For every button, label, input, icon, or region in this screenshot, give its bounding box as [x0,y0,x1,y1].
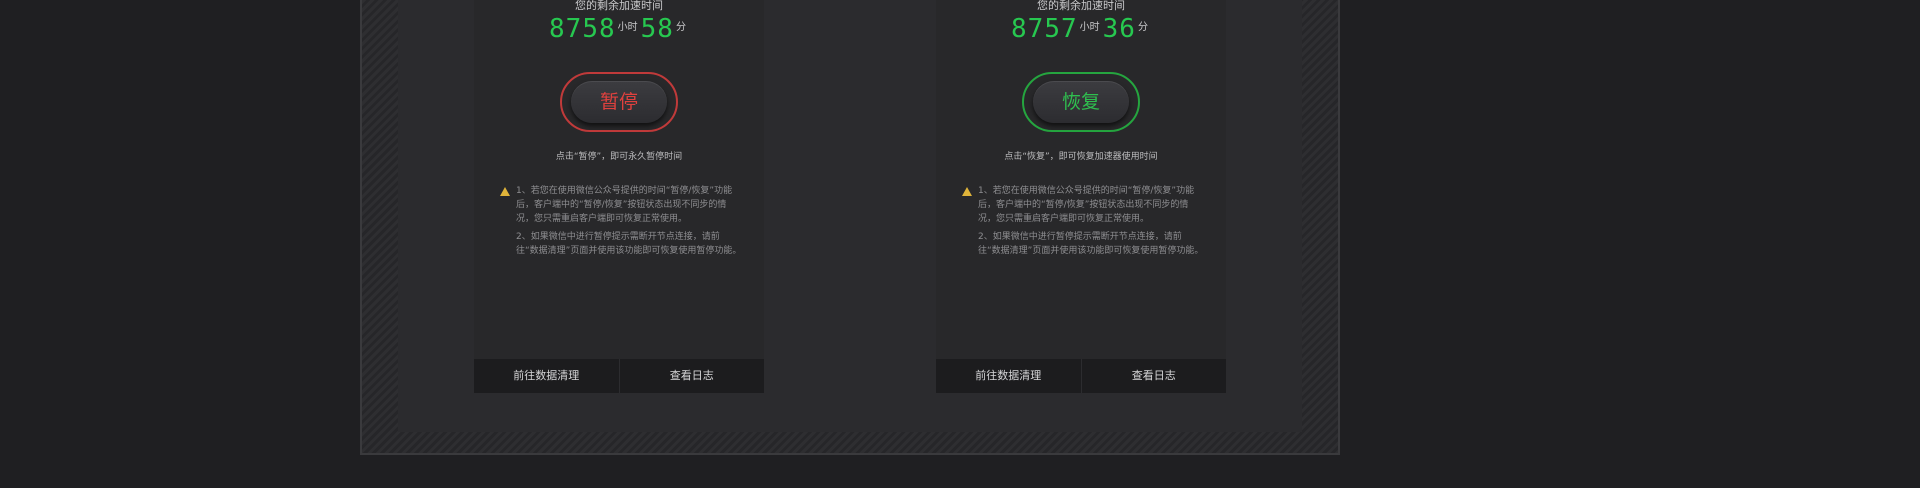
hours-value: 8758 [549,14,616,44]
content-panel: 您的剩余加速时间 8758 小时 58 分 暂停 点击“暂停”，即可永久暂停时间 1、… [398,0,1302,432]
hours-value: 8757 [1011,14,1078,44]
hours-unit: 小时 [617,22,638,33]
warning-icon [500,187,510,196]
view-log-button[interactable]: 查看日志 [1080,359,1227,393]
notes-block: 1、若您在使用微信公众号提供的时间“暂停/恢复”功能后，客户端中的“暂停/恢复”… [962,184,1204,262]
note-item: 1、若您在使用微信公众号提供的时间“暂停/恢复”功能后，客户端中的“暂停/恢复”… [978,186,1195,224]
minutes-value: 36 [1102,14,1136,44]
minutes-value: 58 [640,14,674,44]
outer-frame: 您的剩余加速时间 8758 小时 58 分 暂停 点击“暂停”，即可永久暂停时间 1、… [360,0,1340,455]
minutes-unit: 分 [675,22,686,33]
minutes-unit: 分 [1137,22,1148,33]
pause-hint: 点击“暂停”，即可永久暂停时间 [555,152,683,162]
resume-button[interactable]: 恢复 [1033,81,1129,123]
resume-hint: 点击“恢复”，即可恢复加速器使用时间 [1004,152,1158,162]
resume-button-ring: 恢复 [1022,72,1140,132]
remaining-time-display: 8757 小时 36 分 [936,14,1226,44]
data-cleanup-button[interactable]: 前往数据清理 [474,359,619,393]
hours-unit: 小时 [1079,22,1100,33]
notes-block: 1、若您在使用微信公众号提供的时间“暂停/恢复”功能后，客户端中的“暂停/恢复”… [500,184,742,262]
remaining-time-title: 您的剩余加速时间 [575,0,663,12]
note-item: 2、如果微信中进行暂停提示需断开节点连接，请前往“数据清理”页面并使用该功能即可… [516,232,742,256]
remaining-time-title: 您的剩余加速时间 [1037,0,1125,12]
note-item: 1、若您在使用微信公众号提供的时间“暂停/恢复”功能后，客户端中的“暂停/恢复”… [516,186,733,224]
card-footer: 前往数据清理 查看日志 [474,359,764,393]
time-card-pause: 您的剩余加速时间 8758 小时 58 分 暂停 点击“暂停”，即可永久暂停时间 1、… [474,0,764,393]
pause-button-ring: 暂停 [560,72,678,132]
pause-button[interactable]: 暂停 [571,81,667,123]
view-log-button[interactable]: 查看日志 [618,359,765,393]
time-card-resume: 您的剩余加速时间 8757 小时 36 分 恢复 点击“恢复”，即可恢复加速器使用时间… [936,0,1226,393]
card-footer: 前往数据清理 查看日志 [936,359,1226,393]
warning-icon [962,187,972,196]
data-cleanup-button[interactable]: 前往数据清理 [936,359,1081,393]
note-item: 2、如果微信中进行暂停提示需断开节点连接，请前往“数据清理”页面并使用该功能即可… [978,232,1204,256]
remaining-time-display: 8758 小时 58 分 [474,14,764,44]
